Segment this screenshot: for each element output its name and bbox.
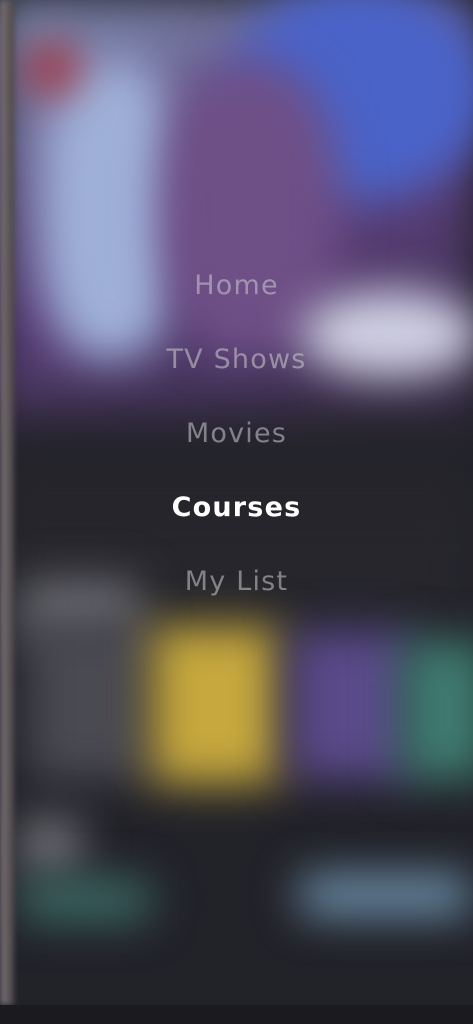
menu-item-tv-shows[interactable]: TV Shows (166, 322, 306, 396)
blurred-thumbnail (400, 640, 473, 780)
category-menu: Home TV Shows Movies Courses My List (0, 248, 473, 618)
blurred-thumbnail (300, 875, 470, 915)
blurred-thumbnail (28, 620, 148, 780)
menu-item-home[interactable]: Home (194, 248, 279, 322)
blurred-logo (28, 45, 76, 93)
menu-item-courses[interactable]: Courses (172, 470, 302, 544)
blurred-thumbnail (290, 630, 410, 780)
menu-item-my-list[interactable]: My List (185, 544, 288, 618)
menu-item-movies[interactable]: Movies (186, 396, 287, 470)
blurred-row-title (20, 820, 80, 870)
bottom-bar (0, 1005, 473, 1024)
blurred-thumbnail (150, 625, 280, 785)
app-screen: Home TV Shows Movies Courses My List (0, 0, 473, 1024)
blurred-thumbnail (20, 880, 150, 920)
